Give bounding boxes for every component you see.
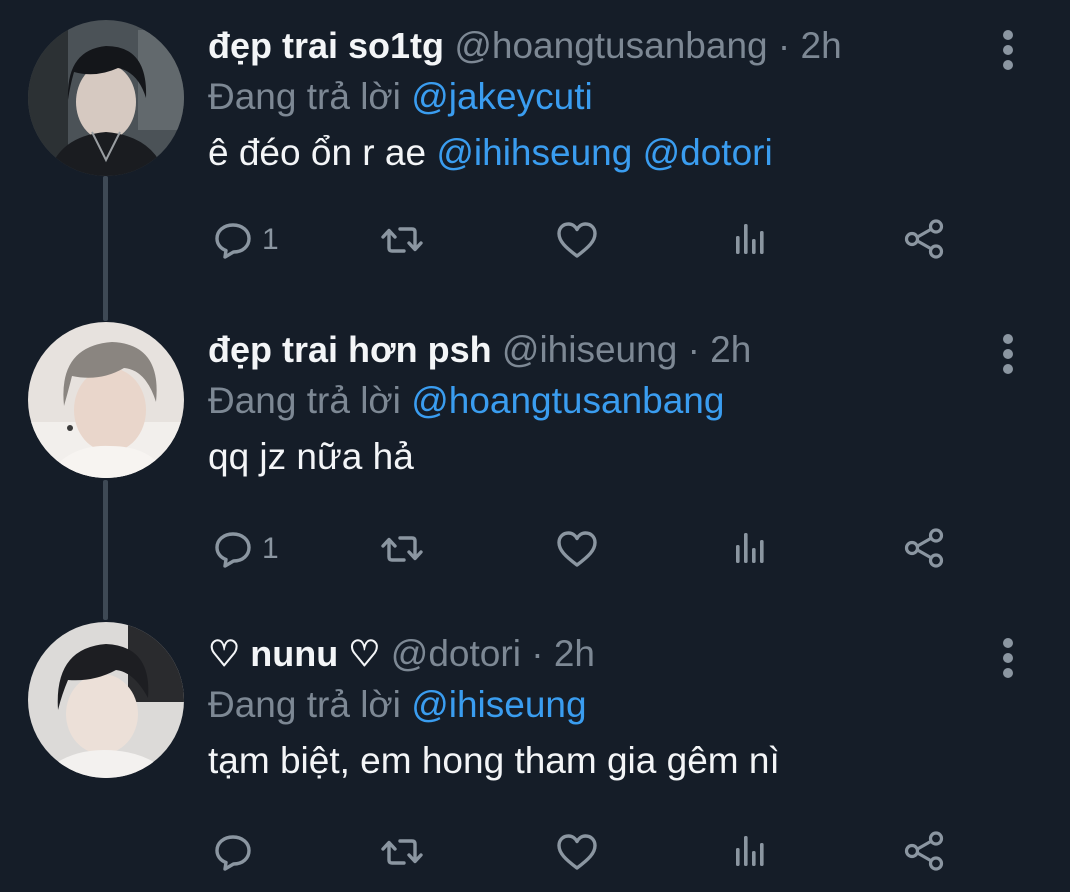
timestamp[interactable]: 2h	[801, 25, 842, 66]
tweet-text-body: qq jz nữa hả	[208, 436, 414, 477]
share-icon	[904, 528, 944, 568]
tweet-text: tạm biệt, em hong tham gia gêm nì	[208, 734, 780, 788]
share-button[interactable]	[902, 523, 946, 575]
replying-to-label: Đang trả lời	[208, 380, 401, 421]
like-icon	[557, 834, 597, 870]
share-icon	[904, 831, 944, 871]
replying-to-mention[interactable]: @ihiseung	[411, 684, 586, 725]
separator-dot: ·	[531, 633, 544, 674]
display-name[interactable]: đẹp trai hơn psh	[208, 329, 492, 370]
more-dot-icon	[1003, 668, 1013, 678]
avatar[interactable]	[28, 622, 184, 778]
retweet-icon	[381, 839, 423, 865]
like-button[interactable]	[555, 826, 599, 878]
more-dot-icon	[1003, 45, 1013, 55]
separator-dot: ·	[777, 25, 791, 66]
analytics-icon	[736, 836, 764, 866]
reply-button[interactable]	[212, 826, 262, 878]
share-icon	[904, 219, 944, 259]
like-icon	[557, 222, 597, 258]
replying-to: Đang trả lời @jakeycuti	[208, 70, 593, 124]
share-button[interactable]	[902, 214, 946, 266]
display-name[interactable]: ♡ nunu ♡	[208, 633, 381, 674]
retweet-icon	[381, 536, 423, 562]
timestamp[interactable]: 2h	[554, 633, 595, 674]
like-icon	[557, 531, 597, 567]
replying-to-mention[interactable]: @jakeycuti	[411, 76, 593, 117]
timestamp[interactable]: 2h	[710, 329, 751, 370]
reply-count: 1	[262, 532, 279, 565]
more-dot-icon	[1003, 60, 1013, 70]
replying-to-label: Đang trả lời	[208, 684, 401, 725]
replying-to-mention[interactable]: @hoangtusanbang	[411, 380, 724, 421]
retweet-button[interactable]	[380, 523, 424, 575]
avatar[interactable]	[28, 322, 184, 478]
tweet-text-body: ê đéo ổn r ae	[208, 132, 427, 173]
tweet[interactable]: đẹp trai hơn psh @ihiseung · 2h Đang trả…	[0, 322, 1070, 612]
tweet-text: ê đéo ổn r ae @ihihseung @dotori	[208, 126, 773, 180]
avatar[interactable]	[28, 20, 184, 176]
retweet-icon	[381, 227, 423, 253]
reply-button[interactable]: 1	[212, 214, 279, 266]
reply-icon	[215, 835, 251, 871]
action-bar: 1	[0, 214, 1070, 266]
like-button[interactable]	[555, 214, 599, 266]
more-options-button[interactable]	[996, 328, 1020, 374]
analytics-icon	[736, 533, 764, 563]
analytics-button[interactable]	[730, 826, 770, 878]
more-options-button[interactable]	[996, 24, 1020, 70]
replying-to: Đang trả lời @ihiseung	[208, 678, 587, 732]
more-dot-icon	[1003, 364, 1013, 374]
tweet-text-body: tạm biệt, em hong tham gia gêm nì	[208, 740, 780, 781]
tweet[interactable]: đẹp trai so1tg @hoangtusanbang · 2h Đang…	[0, 18, 1070, 308]
tweet-text-mentions[interactable]: @ihihseung @dotori	[436, 132, 772, 173]
analytics-icon	[736, 224, 764, 254]
more-dot-icon	[1003, 349, 1013, 359]
more-dot-icon	[1003, 653, 1013, 663]
separator-dot: ·	[687, 329, 700, 370]
action-bar	[0, 826, 1070, 878]
reply-button[interactable]: 1	[212, 523, 279, 575]
retweet-button[interactable]	[380, 826, 424, 878]
replying-to: Đang trả lời @hoangtusanbang	[208, 374, 724, 428]
retweet-button[interactable]	[380, 214, 424, 266]
reply-count: 1	[262, 223, 279, 256]
display-name[interactable]: đẹp trai so1tg	[208, 25, 444, 66]
more-dot-icon	[1003, 334, 1013, 344]
tweet-text: qq jz nữa hả	[208, 430, 414, 484]
user-handle[interactable]: @ihiseung	[502, 329, 677, 370]
analytics-button[interactable]	[730, 523, 770, 575]
more-dot-icon	[1003, 638, 1013, 648]
user-handle[interactable]: @dotori	[391, 633, 521, 674]
more-options-button[interactable]	[996, 632, 1020, 678]
user-handle[interactable]: @hoangtusanbang	[454, 25, 767, 66]
reply-icon	[215, 532, 251, 568]
more-dot-icon	[1003, 30, 1013, 40]
analytics-button[interactable]	[730, 214, 770, 266]
reply-icon	[215, 223, 251, 259]
conversation-thread: đẹp trai so1tg @hoangtusanbang · 2h Đang…	[0, 0, 1070, 892]
action-bar: 1	[0, 523, 1070, 575]
replying-to-label: Đang trả lời	[208, 76, 401, 117]
share-button[interactable]	[902, 826, 946, 878]
like-button[interactable]	[555, 523, 599, 575]
tweet[interactable]: ♡ nunu ♡ @dotori · 2h Đang trả lời @ihis…	[0, 622, 1070, 892]
